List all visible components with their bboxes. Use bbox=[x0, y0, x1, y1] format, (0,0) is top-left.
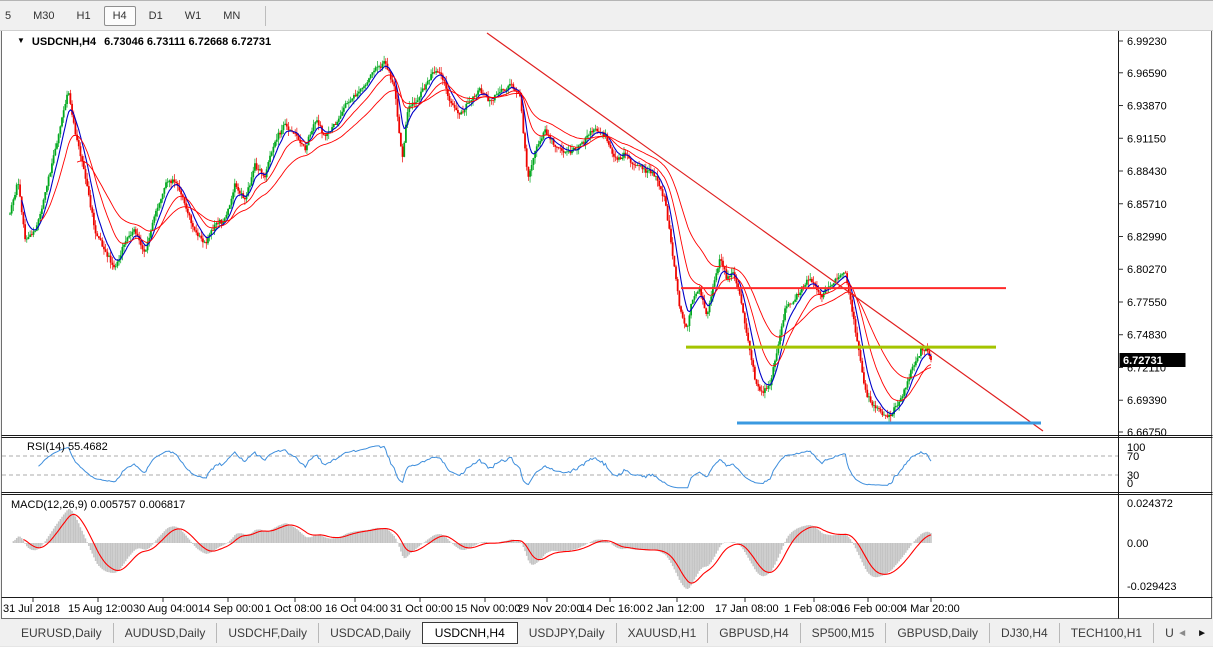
axis-label: 6.85710 bbox=[1127, 199, 1167, 211]
timeframe-d1[interactable]: D1 bbox=[140, 6, 172, 26]
time-axis-label: 14 Dec 16:00 bbox=[580, 603, 645, 615]
tab-usdcnh-h4[interactable]: USDCNH,H4 bbox=[422, 622, 518, 644]
tab-scroll-right-icon[interactable]: ► bbox=[1197, 628, 1207, 639]
tab-sp500-m15[interactable]: SP500,M15 bbox=[800, 623, 886, 643]
timeframe-h1[interactable]: H1 bbox=[68, 6, 100, 26]
tab-usdchf-daily[interactable]: USDCHF,Daily bbox=[216, 623, 318, 643]
time-axis-label: 30 Aug 04:00 bbox=[133, 603, 198, 615]
current-price-value: 6.72731 bbox=[1123, 355, 1163, 367]
rsi-scale-label: 70 bbox=[1127, 451, 1139, 463]
time-axis-label: 31 Jul 2018 bbox=[3, 603, 60, 615]
tab-usdjpy-daily[interactable]: USDJPY,Daily bbox=[518, 623, 616, 643]
time-axis-label: 1 Feb 08:00 bbox=[784, 603, 843, 615]
tab-scroll-left-icon[interactable]: ◄ bbox=[1177, 628, 1187, 639]
tab-xauusd-h1[interactable]: XAUUSD,H1 bbox=[616, 623, 708, 643]
tab-gbpusd-h4[interactable]: GBPUSD,H4 bbox=[707, 623, 799, 643]
axis-label: 6.88430 bbox=[1127, 166, 1167, 178]
time-axis-label: 17 Jan 08:00 bbox=[715, 603, 779, 615]
axis-label: 6.99230 bbox=[1127, 36, 1167, 48]
timeframe-mn[interactable]: MN bbox=[214, 6, 249, 26]
axis-label: 6.69390 bbox=[1127, 395, 1167, 407]
tab-tech100-h1[interactable]: TECH100,H1 bbox=[1059, 623, 1153, 643]
timeframe-m30[interactable]: M30 bbox=[24, 6, 63, 26]
axis-label: 6.74830 bbox=[1127, 330, 1167, 342]
tab-eurusd-daily[interactable]: EURUSD,Daily bbox=[10, 623, 113, 643]
macd-scale-label: 0.024372 bbox=[1127, 498, 1173, 510]
toolbar-separator bbox=[265, 6, 266, 26]
time-axis-label: 16 Feb 00:00 bbox=[838, 603, 903, 615]
axis-label: 6.80270 bbox=[1127, 264, 1167, 276]
axis-label: 6.82990 bbox=[1127, 232, 1167, 244]
time-axis-label: 4 Mar 20:00 bbox=[901, 603, 960, 615]
tab-audusd-daily[interactable]: AUDUSD,Daily bbox=[113, 623, 217, 643]
time-axis-label: 1 Oct 08:00 bbox=[265, 603, 322, 615]
timeframe-w1[interactable]: W1 bbox=[176, 6, 211, 26]
time-axis-label: 29 Nov 20:00 bbox=[517, 603, 582, 615]
axis-label: 6.93870 bbox=[1127, 101, 1167, 113]
tab-usdcad-daily[interactable]: USDCAD,Daily bbox=[318, 623, 422, 643]
tab-gbpusd-daily[interactable]: GBPUSD,Daily bbox=[885, 623, 989, 643]
macd-scale-label: 0.00 bbox=[1127, 538, 1148, 550]
axis-label: 6.96590 bbox=[1127, 68, 1167, 80]
macd-scale-label: -0.029423 bbox=[1127, 581, 1177, 593]
timeframe-h4[interactable]: H4 bbox=[104, 6, 136, 26]
chart-ohlc-values: 6.73046 6.73111 6.72668 6.72731 bbox=[104, 36, 271, 48]
time-axis-label: 14 Sep 00:00 bbox=[198, 603, 263, 615]
tab-scroll-controls: ◄ ► bbox=[1173, 621, 1213, 645]
chart-tabs-bar: EURUSD,Daily AUDUSD,Daily USDCHF,Daily U… bbox=[0, 620, 1213, 647]
price-chart[interactable]: 6.99230 6.96590 6.93870 6.91150 6.88430 6.857… bbox=[0, 0, 1213, 647]
time-axis-label: 15 Nov 00:00 bbox=[455, 603, 520, 615]
rsi-indicator-label: RSI(14) 55.4682 bbox=[27, 441, 108, 453]
timeframe-toolbar: 5 M30 H1 H4 D1 W1 MN bbox=[0, 0, 1213, 31]
chart-title: ▼ USDCNH,H4 6.73046 6.73111 6.72668 6.7273… bbox=[17, 36, 271, 48]
rsi-scale-label: 0 bbox=[1127, 478, 1133, 490]
time-axis-label: 2 Jan 12:00 bbox=[647, 603, 705, 615]
axis-label: 6.91150 bbox=[1127, 133, 1166, 145]
time-axis-label: 31 Oct 00:00 bbox=[390, 603, 453, 615]
axis-label: 6.66750 bbox=[1127, 427, 1167, 439]
macd-indicator-label: MACD(12,26,9) 0.005757 0.006817 bbox=[11, 499, 185, 511]
chart-symbol-period: USDCNH,H4 bbox=[32, 36, 96, 48]
time-axis-label: 16 Oct 04:00 bbox=[325, 603, 388, 615]
time-axis-label: 15 Aug 12:00 bbox=[68, 603, 133, 615]
axis-label: 6.77550 bbox=[1127, 297, 1167, 309]
chart-dropdown-icon[interactable]: ▼ bbox=[17, 36, 25, 45]
tab-dj30-h4[interactable]: DJ30,H4 bbox=[989, 623, 1059, 643]
timeframe-m15-partial[interactable]: 5 bbox=[0, 6, 20, 26]
